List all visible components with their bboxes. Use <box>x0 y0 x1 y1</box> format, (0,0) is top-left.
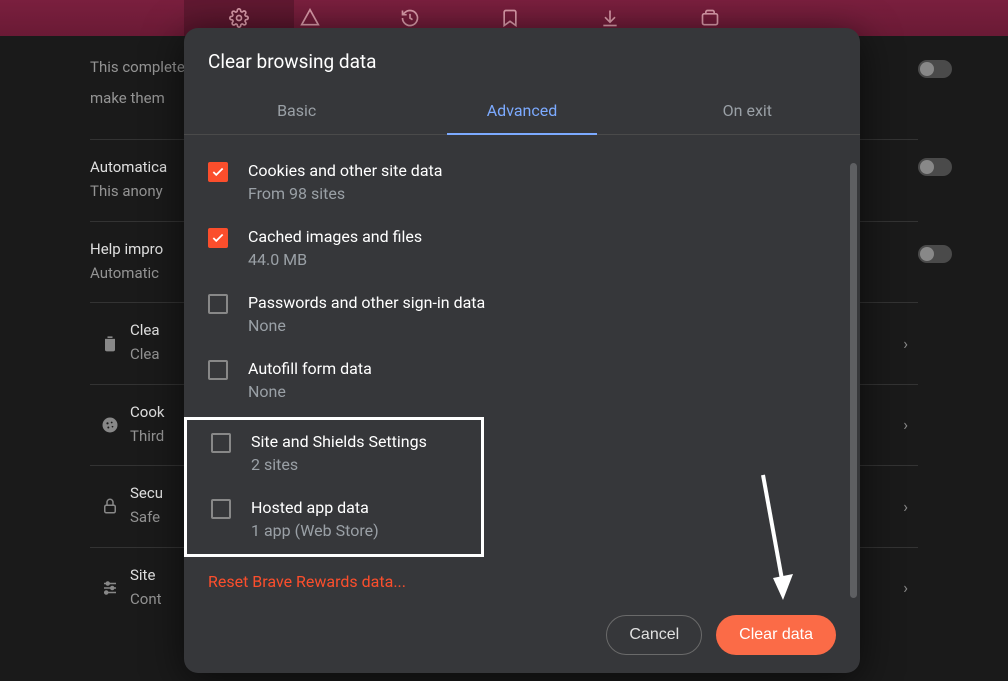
dialog-body: Cookies and other site data From 98 site… <box>184 135 860 599</box>
option-autofill: Autofill form data None <box>208 351 836 417</box>
option-hosted-apps: Hosted app data 1 app (Web Store) <box>211 490 457 548</box>
dialog-footer: Cancel Clear data <box>184 599 860 673</box>
chevron-right-icon: › <box>903 415 908 434</box>
toggle-switch[interactable] <box>918 245 952 263</box>
option-desc: From 98 sites <box>248 184 442 203</box>
option-desc: 44.0 MB <box>248 250 422 269</box>
option-desc: None <box>248 316 485 335</box>
chevron-right-icon: › <box>903 578 908 597</box>
wallet-icon <box>700 8 720 28</box>
reset-brave-rewards-link[interactable]: Reset Brave Rewards data... <box>208 572 836 591</box>
sync-icon <box>300 8 320 28</box>
option-desc: 1 app (Web Store) <box>251 521 379 540</box>
checkbox-passwords[interactable] <box>208 294 228 314</box>
clear-browsing-data-dialog: Clear browsing data Basic Advanced On ex… <box>184 28 860 673</box>
checkbox-cache[interactable] <box>208 228 228 248</box>
cookie-icon <box>90 415 130 435</box>
tab-on-exit[interactable]: On exit <box>635 89 860 134</box>
option-cache: Cached images and files 44.0 MB <box>208 219 836 285</box>
trash-icon <box>90 333 130 353</box>
option-title: Autofill form data <box>248 359 372 378</box>
clear-data-button[interactable]: Clear data <box>716 615 836 655</box>
history-icon <box>400 8 420 28</box>
tab-basic[interactable]: Basic <box>184 89 409 134</box>
download-icon <box>600 8 620 28</box>
option-desc: 2 sites <box>251 455 427 474</box>
toggle-switch[interactable] <box>918 158 952 176</box>
option-cookies: Cookies and other site data From 98 site… <box>208 153 836 219</box>
sliders-icon <box>90 579 130 597</box>
annotation-highlight: Site and Shields Settings 2 sites Hosted… <box>184 417 484 557</box>
option-title: Passwords and other sign-in data <box>248 293 485 312</box>
gear-icon <box>229 8 249 28</box>
tab-advanced[interactable]: Advanced <box>409 89 634 134</box>
toggle-switch[interactable] <box>918 60 952 78</box>
lock-icon <box>90 497 130 515</box>
bookmark-icon <box>500 8 520 28</box>
option-site-shields: Site and Shields Settings 2 sites <box>211 424 457 490</box>
chevron-right-icon: › <box>903 497 908 516</box>
checkbox-cookies[interactable] <box>208 162 228 182</box>
checkbox-site-shields[interactable] <box>211 433 231 453</box>
option-desc: None <box>248 382 372 401</box>
option-title: Cached images and files <box>248 227 422 246</box>
checkbox-autofill[interactable] <box>208 360 228 380</box>
option-title: Hosted app data <box>251 498 379 517</box>
chevron-right-icon: › <box>903 334 908 353</box>
dialog-title: Clear browsing data <box>184 28 860 89</box>
option-passwords: Passwords and other sign-in data None <box>208 285 836 351</box>
option-title: Site and Shields Settings <box>251 432 427 451</box>
checkbox-hosted-apps[interactable] <box>211 499 231 519</box>
cancel-button[interactable]: Cancel <box>606 615 702 655</box>
option-title: Cookies and other site data <box>248 161 442 180</box>
scrollbar[interactable] <box>850 163 857 598</box>
dialog-tabs: Basic Advanced On exit <box>184 89 860 135</box>
